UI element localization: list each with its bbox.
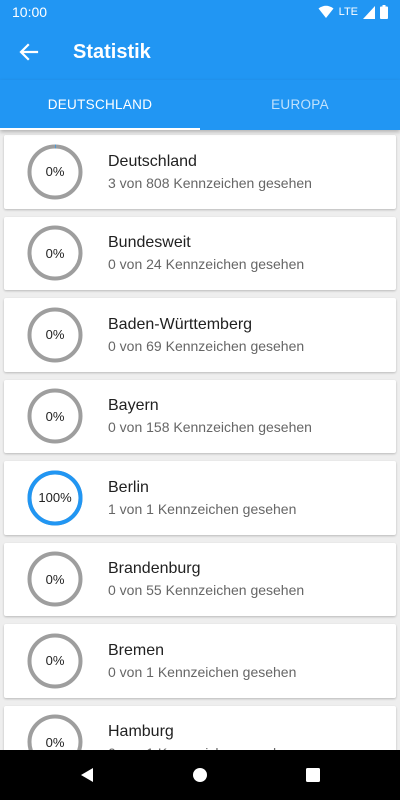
region-stats: 0 von 158 Kennzeichen gesehen bbox=[108, 419, 312, 436]
wifi-icon bbox=[318, 5, 334, 18]
cell-signal-icon bbox=[363, 5, 375, 19]
square-recents-icon bbox=[306, 768, 321, 782]
progress-ring: 100% bbox=[27, 470, 83, 526]
region-stats: 0 von 1 Kennzeichen gesehen bbox=[108, 663, 297, 680]
status-time: 10:00 bbox=[12, 4, 48, 20]
region-texts: Bremen 0 von 1 Kennzeichen gesehen bbox=[108, 642, 296, 680]
progress-ring: 0% bbox=[27, 144, 83, 200]
arrow-left-icon bbox=[19, 43, 39, 61]
tab-deutschland[interactable]: DEUTSCHLAND bbox=[0, 80, 200, 130]
progress-ring: 0% bbox=[27, 307, 83, 363]
region-name: Baden-Württemberg bbox=[108, 315, 253, 333]
progress-percent: 0% bbox=[45, 164, 65, 180]
region-name: Bremen bbox=[108, 641, 165, 659]
status-icons: LTE bbox=[318, 5, 388, 19]
region-stats: 3 von 808 Kennzeichen gesehen bbox=[108, 174, 312, 191]
nav-recents-button[interactable] bbox=[293, 755, 333, 795]
progress-percent: 100% bbox=[38, 490, 72, 506]
region-list: 0% Deutschland 3 von 808 Kennzeichen geseh… bbox=[0, 130, 400, 750]
region-texts: Deutschland 3 von 808 Kennzeichen gesehen bbox=[108, 153, 312, 191]
region-texts: Bundesweit 0 von 24 Kennzeichen gesehen bbox=[108, 234, 304, 272]
region-name: Hamburg bbox=[108, 723, 174, 741]
progress-percent: 0% bbox=[45, 734, 65, 750]
region-card[interactable]: 100% Berlin 1 von 1 Kennzeichen gesehen bbox=[4, 461, 396, 535]
nav-back-button[interactable] bbox=[67, 755, 107, 795]
region-name: Brandenburg bbox=[108, 560, 201, 578]
progress-percent: 0% bbox=[45, 245, 65, 261]
region-name: Berlin bbox=[108, 478, 149, 496]
region-name: Bundesweit bbox=[108, 234, 191, 252]
status-bar: 10:00 LTE bbox=[0, 0, 400, 24]
system-nav-bar bbox=[0, 750, 400, 800]
network-label: LTE bbox=[338, 6, 358, 18]
progress-ring: 0% bbox=[27, 714, 83, 750]
region-name: Bayern bbox=[108, 397, 159, 415]
battery-icon bbox=[380, 5, 388, 19]
region-card[interactable]: 0% Bayern 0 von 158 Kennzeichen gesehen bbox=[4, 379, 396, 453]
progress-percent: 0% bbox=[45, 653, 65, 669]
progress-ring: 0% bbox=[27, 633, 83, 689]
region-card[interactable]: 0% Brandenburg 0 von 55 Kennzeichen gesehe… bbox=[4, 542, 396, 616]
circle-home-icon bbox=[192, 768, 207, 782]
region-texts: Hamburg0 von 1 Kennzeichen gesehen bbox=[108, 723, 296, 750]
nav-home-button[interactable] bbox=[180, 755, 220, 795]
region-texts: Baden-Württemberg 0 von 69 Kennzeichen ge… bbox=[108, 316, 304, 354]
progress-ring: 0% bbox=[27, 388, 83, 444]
progress-percent: 0% bbox=[45, 327, 65, 343]
region-texts: Berlin 1 von 1 Kennzeichen gesehen bbox=[108, 479, 296, 517]
region-stats: 1 von 1 Kennzeichen gesehen bbox=[108, 500, 297, 517]
region-stats: 0 von 69 Kennzeichen gesehen bbox=[108, 337, 305, 354]
progress-percent: 0% bbox=[45, 408, 65, 424]
region-name: Deutschland bbox=[108, 152, 197, 170]
app-bar: Statistik bbox=[0, 24, 400, 80]
tab-bar: DEUTSCHLAND EUROPA bbox=[0, 80, 400, 130]
region-card[interactable]: 0% Bremen 0 von 1 Kennzeichen gesehen bbox=[4, 624, 396, 698]
region-texts: Brandenburg 0 von 55 Kennzeichen gesehen bbox=[108, 560, 304, 598]
region-stats: 0 von 55 Kennzeichen gesehen bbox=[108, 582, 305, 599]
page-title: Statistik bbox=[73, 40, 151, 63]
region-card[interactable]: 0% Baden-Württemberg 0 von 69 Kennzeichen … bbox=[4, 298, 396, 372]
back-button[interactable] bbox=[1, 24, 57, 80]
progress-ring: 0% bbox=[27, 551, 83, 607]
region-texts: Bayern 0 von 158 Kennzeichen gesehen bbox=[108, 397, 312, 435]
triangle-back-icon bbox=[80, 768, 93, 782]
progress-percent: 0% bbox=[45, 571, 65, 587]
region-card[interactable]: 0% Deutschland 3 von 808 Kennzeichen geseh… bbox=[4, 135, 396, 209]
region-stats: 0 von 24 Kennzeichen gesehen bbox=[108, 256, 305, 273]
region-card[interactable]: 0% Hamburg0 von 1 Kennzeichen gesehen bbox=[4, 705, 396, 750]
region-card[interactable]: 0% Bundesweit 0 von 24 Kennzeichen gesehen bbox=[4, 216, 396, 290]
tab-europa[interactable]: EUROPA bbox=[200, 80, 400, 130]
progress-ring: 0% bbox=[27, 225, 83, 281]
